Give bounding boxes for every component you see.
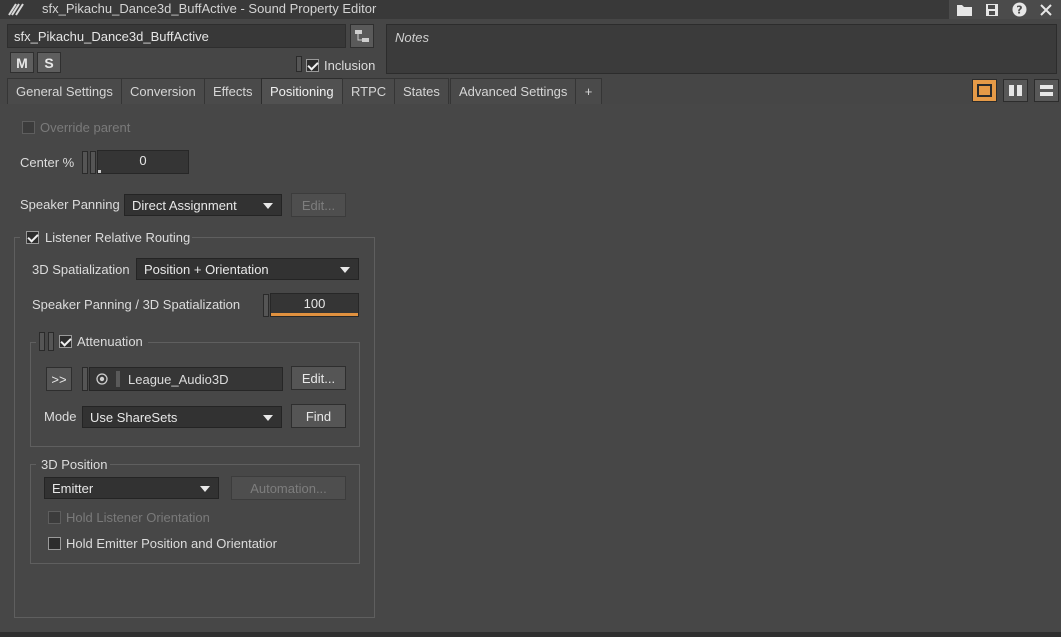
listener-routing-checkbox[interactable] bbox=[26, 231, 39, 244]
mix-slider-fill bbox=[271, 313, 358, 316]
object-name-field[interactable]: sfx_Pikachu_Dance3d_BuffActive bbox=[7, 24, 346, 48]
notes-field[interactable]: Notes bbox=[386, 24, 1057, 74]
3d-position-label: 3D Position bbox=[41, 457, 108, 472]
window-title: sfx_Pikachu_Dance3d_BuffActive - Sound P… bbox=[42, 1, 377, 16]
automation-button[interactable]: Automation... bbox=[231, 476, 346, 500]
tab-general-settings[interactable]: General Settings bbox=[7, 78, 122, 104]
chevron-down-icon bbox=[263, 203, 273, 209]
hierarchy-link-button[interactable] bbox=[350, 24, 374, 48]
inclusion-checkbox[interactable] bbox=[306, 59, 319, 72]
help-icon[interactable]: ? bbox=[1006, 0, 1032, 19]
inclusion-label: Inclusion bbox=[324, 58, 376, 73]
attenuation-mode-value: Use ShareSets bbox=[90, 410, 178, 425]
single-pane-icon bbox=[977, 84, 992, 97]
split-vertical-icon bbox=[1009, 85, 1022, 96]
attenuation-shareset-field[interactable]: League_Audio3D bbox=[89, 367, 283, 391]
attenuation-rtpc-grip[interactable] bbox=[48, 332, 54, 351]
tab-advanced-settings[interactable]: Advanced Settings bbox=[450, 78, 577, 104]
solo-button[interactable]: S bbox=[37, 52, 61, 73]
title-bar: sfx_Pikachu_Dance3d_BuffActive - Sound P… bbox=[0, 0, 1061, 19]
attenuation-group bbox=[30, 342, 360, 447]
chevron-down-icon bbox=[200, 486, 210, 492]
override-parent-checkbox[interactable] bbox=[22, 121, 35, 134]
attenuation-expand-button[interactable]: >> bbox=[46, 367, 72, 391]
center-grip-handle[interactable] bbox=[82, 151, 88, 174]
3d-position-value: Emitter bbox=[52, 481, 94, 496]
hierarchy-icon bbox=[355, 30, 369, 42]
speaker-panning-label: Speaker Panning bbox=[20, 197, 120, 212]
tab-positioning[interactable]: Positioning bbox=[261, 78, 343, 105]
attenuation-grip-handle[interactable] bbox=[39, 332, 45, 351]
center-percent-value: 0 bbox=[139, 153, 147, 168]
speaker-panning-edit-button[interactable]: Edit... bbox=[291, 193, 346, 217]
bottom-border bbox=[0, 632, 1061, 637]
inclusion-grip-handle[interactable] bbox=[296, 56, 302, 72]
center-percent-slider[interactable]: 0 bbox=[97, 150, 189, 174]
split-horizontal-icon bbox=[1040, 85, 1053, 96]
notes-placeholder: Notes bbox=[395, 30, 429, 45]
attenuation-mode-dropdown[interactable]: Use ShareSets bbox=[82, 406, 282, 428]
tab-rtpc[interactable]: RTPC bbox=[342, 78, 396, 104]
mode-label: Mode bbox=[44, 409, 77, 424]
shareset-icon bbox=[96, 373, 108, 388]
shareset-grip-handle[interactable] bbox=[82, 367, 88, 391]
mix-value: 100 bbox=[303, 296, 326, 311]
single-pane-layout-button[interactable] bbox=[972, 79, 997, 102]
spatialization-dropdown[interactable]: Position + Orientation bbox=[136, 258, 359, 280]
wwise-app-icon bbox=[8, 1, 26, 17]
spatialization-value: Position + Orientation bbox=[144, 262, 269, 277]
speaker-panning-value: Direct Assignment bbox=[132, 198, 237, 213]
mix-grip-handle[interactable] bbox=[263, 294, 269, 317]
tab-conversion[interactable]: Conversion bbox=[121, 78, 205, 104]
attenuation-label: Attenuation bbox=[77, 334, 143, 349]
center-percent-label: Center % bbox=[20, 155, 75, 170]
center-rtpc-grip[interactable] bbox=[90, 151, 96, 174]
spatialization-label: 3D Spatialization bbox=[32, 262, 130, 277]
split-vertical-layout-button[interactable] bbox=[1003, 79, 1028, 102]
hold-emitter-position-label: Hold Emitter Position and Orientatior bbox=[66, 536, 277, 551]
listener-routing-label: Listener Relative Routing bbox=[45, 230, 191, 245]
shareset-name: League_Audio3D bbox=[128, 372, 229, 387]
tab-effects[interactable]: Effects bbox=[204, 78, 262, 104]
find-button[interactable]: Find bbox=[291, 404, 346, 428]
close-icon[interactable] bbox=[1033, 0, 1059, 19]
chevron-down-icon bbox=[340, 267, 350, 273]
attenuation-edit-button[interactable]: Edit... bbox=[291, 366, 346, 390]
override-parent-label: Override parent bbox=[40, 120, 131, 135]
3d-position-dropdown[interactable]: Emitter bbox=[44, 477, 219, 499]
svg-text:?: ? bbox=[1016, 4, 1022, 17]
panning-spatialization-mix-label: Speaker Panning / 3D Spatialization bbox=[32, 297, 241, 312]
open-folder-icon[interactable] bbox=[952, 0, 978, 19]
tab-states[interactable]: States bbox=[394, 78, 449, 104]
split-horizontal-layout-button[interactable] bbox=[1034, 79, 1059, 102]
chevron-down-icon bbox=[263, 415, 273, 421]
speaker-panning-dropdown[interactable]: Direct Assignment bbox=[124, 194, 282, 216]
add-tab-button[interactable]: + bbox=[575, 78, 602, 104]
center-percent-fill bbox=[98, 170, 101, 173]
hold-listener-orientation-label: Hold Listener Orientation bbox=[66, 510, 210, 525]
mute-button[interactable]: M bbox=[10, 52, 34, 73]
hold-listener-orientation-checkbox[interactable] bbox=[48, 511, 61, 524]
attenuation-checkbox[interactable] bbox=[59, 335, 72, 348]
save-icon[interactable] bbox=[979, 0, 1005, 19]
panning-spatialization-mix-slider[interactable]: 100 bbox=[270, 293, 359, 317]
hold-emitter-position-checkbox[interactable] bbox=[48, 537, 61, 550]
shareset-separator bbox=[116, 371, 120, 387]
